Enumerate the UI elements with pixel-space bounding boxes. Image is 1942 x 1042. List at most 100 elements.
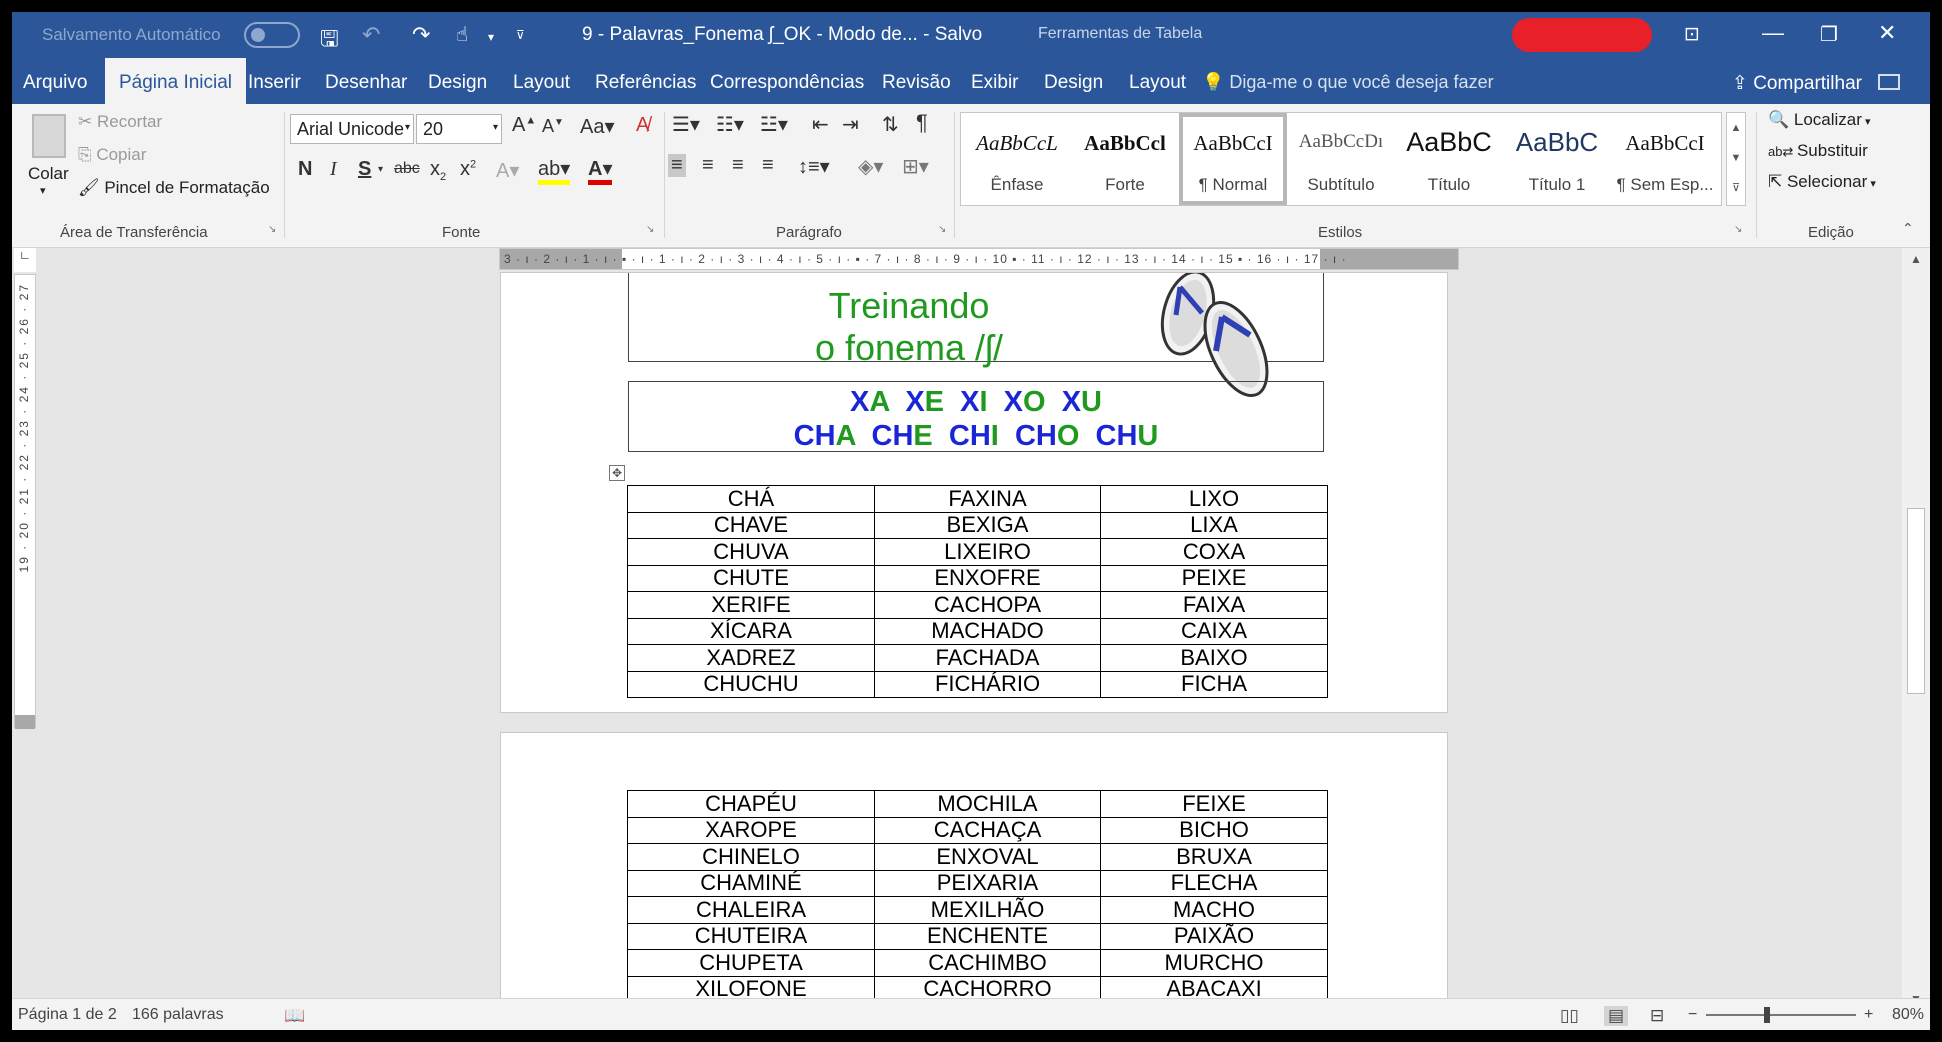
sort-icon[interactable]: ⇅ [882, 112, 899, 137]
superscript-icon[interactable]: x2 [460, 158, 476, 181]
zoom-in-icon[interactable]: + [1864, 1006, 1873, 1024]
tab-design[interactable]: Design [428, 72, 487, 94]
table-cell[interactable]: CHUVA [627, 538, 875, 566]
minimize-icon[interactable]: — [1762, 20, 1784, 46]
table-cell[interactable]: PAIXÃO [1100, 922, 1328, 950]
table-cell[interactable]: XAROPE [627, 816, 875, 844]
scroll-thumb[interactable] [1907, 508, 1925, 694]
shading-icon[interactable]: ◈▾ [858, 154, 883, 179]
table-cell[interactable]: MACHADO [874, 617, 1101, 645]
justify-icon[interactable]: ≡ [762, 154, 774, 177]
horizontal-ruler[interactable]: 3 · ı · 2 · ı · 1 · ı · ▪ · ı · 1 · ı · … [499, 248, 1459, 270]
restore-icon[interactable]: ❐ [1820, 22, 1838, 47]
table-cell[interactable]: CACHIMBO [874, 949, 1101, 977]
shrink-font-icon[interactable]: A▼ [542, 116, 564, 137]
styles-scroll[interactable]: ▲ ▼ ⊽ [1726, 112, 1746, 206]
select-button[interactable]: ⇱ Selecionar ▾ [1768, 172, 1876, 192]
increase-indent-icon[interactable]: ⇥ [842, 112, 859, 137]
font-size-combo[interactable]: 20 ▾ [416, 114, 502, 144]
proofing-icon[interactable]: 📖 [284, 1006, 305, 1026]
copy-button[interactable]: ⎘ Copiar [78, 145, 146, 165]
table-cell[interactable]: ENCHENTE [874, 922, 1101, 950]
tab-table-layout[interactable]: Layout [1129, 72, 1186, 94]
table-cell[interactable]: BRUXA [1100, 843, 1328, 871]
tab-selector[interactable]: ∟ [14, 248, 36, 272]
print-layout-icon[interactable]: ▤ [1604, 1006, 1629, 1026]
table-cell[interactable]: BEXIGA [874, 511, 1101, 539]
table-cell[interactable]: FICHÁRIO [874, 670, 1101, 698]
table-cell[interactable]: XÍCARA [627, 617, 875, 645]
table-move-handle[interactable]: ✥ [609, 465, 625, 481]
table-cell[interactable]: CHAPÉU [627, 790, 875, 818]
cut-button[interactable]: ✂ Recortar [78, 112, 162, 132]
table-cell[interactable]: FLECHA [1100, 869, 1328, 897]
chevron-up-icon[interactable]: ▲ [1727, 113, 1745, 143]
align-left-icon[interactable]: ≡ [668, 154, 686, 177]
tab-table-design[interactable]: Design [1044, 72, 1103, 94]
redo-icon[interactable]: ↷ [412, 22, 430, 48]
clear-formatting-icon[interactable]: A̸ [636, 114, 649, 137]
more-styles-icon[interactable]: ⊽ [1727, 173, 1745, 203]
comments-icon[interactable] [1878, 74, 1900, 90]
table-cell[interactable]: CAIXA [1100, 617, 1328, 645]
table-cell[interactable]: CACHOPA [874, 591, 1101, 619]
table-cell[interactable]: CHALEIRA [627, 896, 875, 924]
font-name-combo[interactable]: Arial Unicode ▾ [290, 114, 414, 144]
table-cell[interactable]: LIXEIRO [874, 538, 1101, 566]
format-painter-button[interactable]: 🖌 Pincel de Formatação [78, 178, 270, 198]
replace-button[interactable]: ab⇄ Substituir [1768, 141, 1868, 161]
vertical-scrollbar[interactable]: ▲ ▼ [1902, 248, 1930, 1010]
table-cell[interactable]: FEIXE [1100, 790, 1328, 818]
paste-button[interactable]: Colar ▾ [20, 112, 76, 206]
table-cell[interactable]: CHUTE [627, 564, 875, 592]
text-effects-icon[interactable]: A▾ [496, 158, 519, 183]
paragraph-launcher-icon[interactable]: ↘ [938, 224, 946, 235]
tab-layout[interactable]: Layout [513, 72, 570, 94]
borders-icon[interactable]: ⊞▾ [902, 154, 929, 179]
table-cell[interactable]: PEIXE [1100, 564, 1328, 592]
table-cell[interactable]: PEIXARIA [874, 869, 1101, 897]
change-case-icon[interactable]: Aa▾ [580, 114, 615, 139]
underline-dropdown-icon[interactable]: ▾ [378, 164, 383, 175]
table-cell[interactable]: MACHO [1100, 896, 1328, 924]
table-cell[interactable]: MOCHILA [874, 790, 1101, 818]
table-cell[interactable]: CHAMINÉ [627, 869, 875, 897]
document-page-1[interactable]: Treinando o fonema /ʃ/ XA XE XI XO XU CH… [500, 272, 1448, 713]
style-sem-espacamento[interactable]: AaBbCcI ¶ Sem Esp... [1611, 113, 1719, 205]
clipboard-launcher-icon[interactable]: ↘ [268, 224, 276, 235]
align-right-icon[interactable]: ≡ [732, 154, 744, 177]
table-cell[interactable]: CHUTEIRA [627, 922, 875, 950]
table-cell[interactable]: CHUPETA [627, 949, 875, 977]
table-cell[interactable]: CHÁ [627, 485, 875, 513]
style-enfase[interactable]: AaBbCcL Ênfase [963, 113, 1071, 205]
table-cell[interactable]: FACHADA [874, 644, 1101, 672]
table-cell[interactable]: FICHA [1100, 670, 1328, 698]
tell-me-search[interactable]: 💡 Diga-me o que você deseja fazer [1202, 72, 1494, 93]
zoom-out-icon[interactable]: − [1688, 1006, 1697, 1024]
tab-desenhar[interactable]: Desenhar [325, 72, 407, 94]
multilevel-list-icon[interactable]: ☳▾ [760, 112, 788, 137]
undo-icon[interactable]: ↶ [362, 22, 380, 48]
bullets-icon[interactable]: ☰▾ [672, 112, 700, 137]
table-cell[interactable]: MEXILHÃO [874, 896, 1101, 924]
style-titulo-1[interactable]: AaBbC Título 1 [1503, 113, 1611, 205]
table-cell[interactable]: LIXO [1100, 485, 1328, 513]
words-table-2[interactable]: CHAPÉU MOCHILA FEIXE XAROPE CACHAÇA BICHO CHIN… [627, 790, 1328, 1003]
chevron-down-icon[interactable]: ▼ [1727, 143, 1745, 173]
table-cell[interactable]: FAIXA [1100, 591, 1328, 619]
table-cell[interactable]: CHAVE [627, 511, 875, 539]
table-cell[interactable]: BICHO [1100, 816, 1328, 844]
document-page-2[interactable]: CHAPÉU MOCHILA FEIXE XAROPE CACHAÇA BICHO CHIN… [500, 732, 1448, 1030]
find-button[interactable]: 🔍 Localizar ▾ [1768, 110, 1871, 130]
style-normal[interactable]: AaBbCcI ¶ Normal [1179, 113, 1287, 205]
align-center-icon[interactable]: ≡ [702, 154, 714, 177]
tab-inserir[interactable]: Inserir [248, 72, 301, 94]
web-layout-icon[interactable]: ⊟ [1650, 1006, 1664, 1026]
customize-toolbar-icon[interactable]: ⊽ [516, 28, 525, 42]
strikethrough-button[interactable]: abc [394, 160, 420, 178]
tab-revisao[interactable]: Revisão [882, 72, 951, 94]
decrease-indent-icon[interactable]: ⇤ [812, 112, 829, 137]
highlight-icon[interactable]: ab▾ [538, 158, 571, 185]
tab-exibir[interactable]: Exibir [971, 72, 1019, 94]
table-cell[interactable]: ENXOVAL [874, 843, 1101, 871]
